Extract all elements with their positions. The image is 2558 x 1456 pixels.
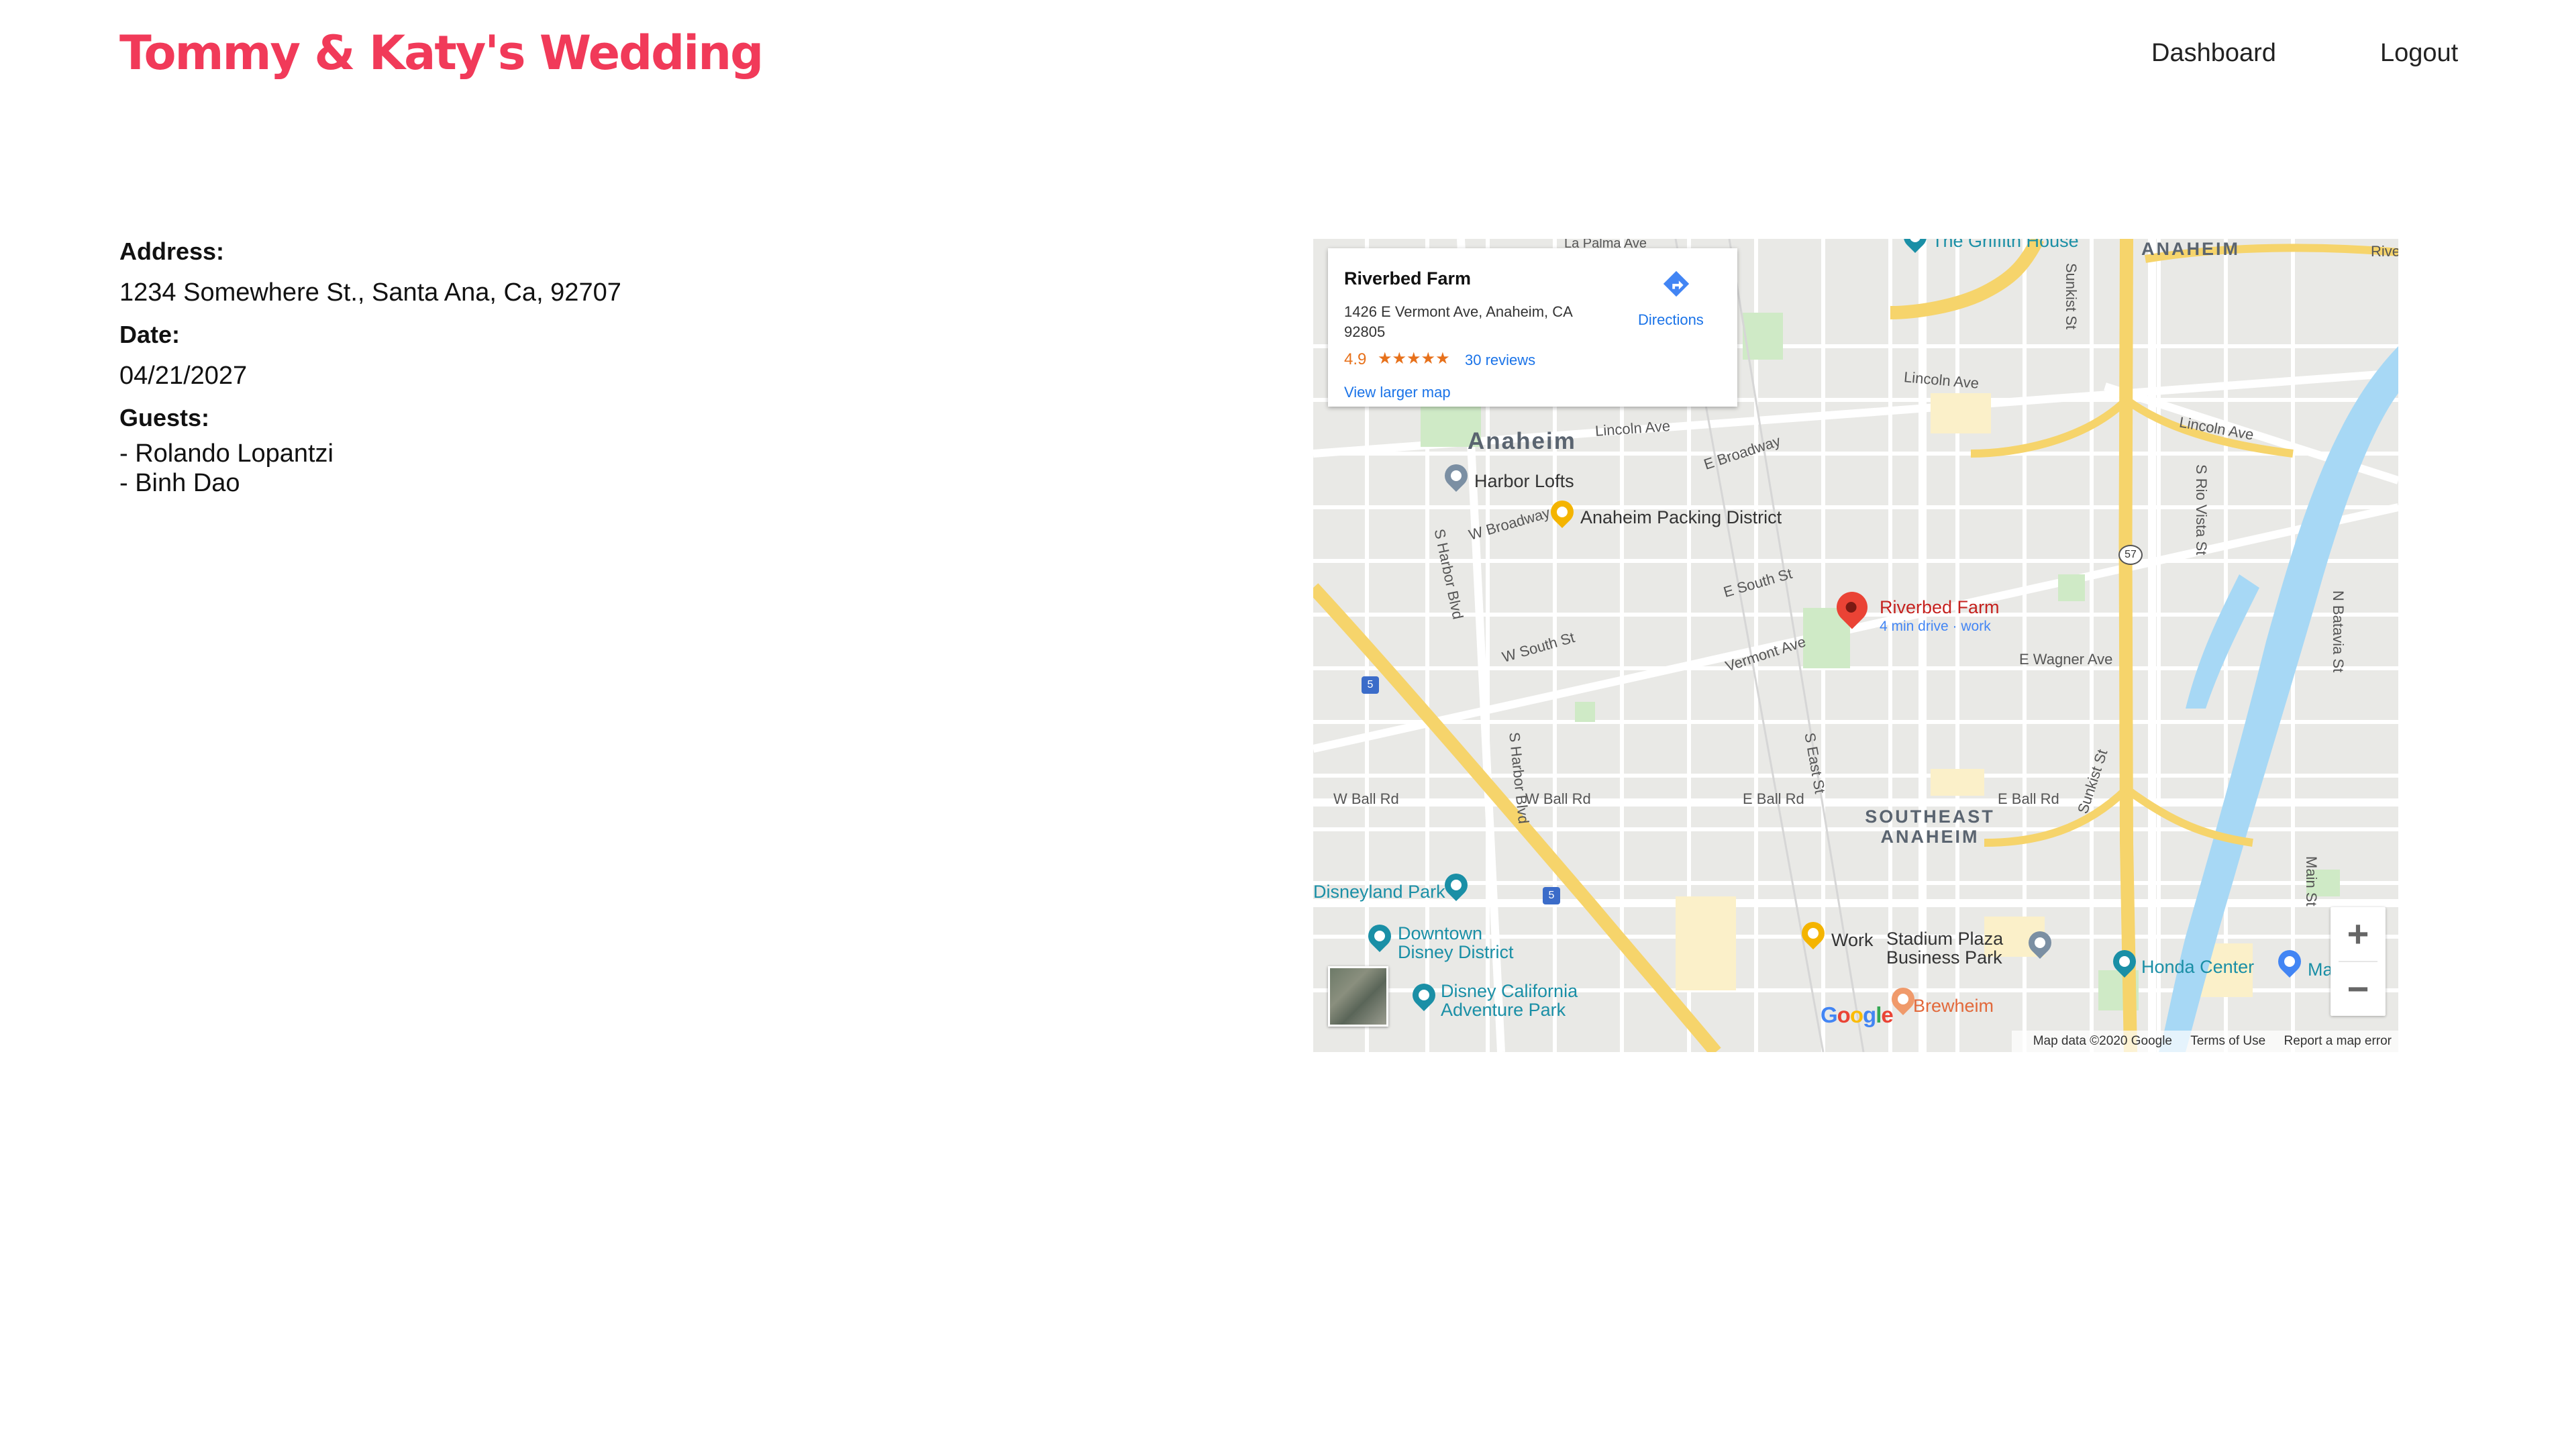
google-logo-letter: o — [1837, 1002, 1851, 1027]
district-label: SOUTHEAST — [1865, 807, 1995, 827]
street-label: E Ball Rd — [1743, 790, 1804, 807]
place-address: 1426 E Vermont Ave, Anaheim, CA 92805 — [1344, 303, 1572, 340]
site-title[interactable]: Tommy & Katy's Wedding — [119, 25, 764, 81]
district-label: ANAHEIM — [1880, 827, 1980, 847]
directions-icon[interactable] — [1661, 268, 1692, 299]
address-label: Address: — [119, 238, 225, 265]
view-larger-map-link[interactable]: View larger map — [1344, 384, 1451, 401]
google-logo-letter: G — [1821, 1002, 1838, 1027]
place-rating: 4.9 — [1344, 350, 1367, 368]
street-label: Rive — [2371, 243, 2398, 260]
guest-item: - Binh Dao — [119, 469, 240, 497]
marker-label[interactable]: Riverbed Farm — [1880, 597, 2000, 618]
poi-label[interactable]: Downtown — [1398, 923, 1482, 944]
street-label: Main St — [2303, 856, 2320, 906]
street-label: E Ball Rd — [1998, 790, 2059, 807]
place-infobox: Riverbed Farm 1426 E Vermont Ave, Anahei… — [1328, 248, 1737, 407]
marker-subtitle: 4 min drive · work — [1880, 619, 1991, 634]
date-label: Date: — [119, 321, 181, 348]
poi-label[interactable]: Harbor Lofts — [1474, 471, 1574, 492]
directions-link[interactable]: Directions — [1638, 311, 1704, 329]
map-footer: Map data ©2020 Google Terms of Use Repor… — [2011, 1031, 2398, 1052]
nav-logout-link[interactable]: Logout — [2380, 39, 2458, 68]
report-map-error-link[interactable]: Report a map error — [2284, 1034, 2392, 1048]
interstate-shield-icon: 5 — [1543, 887, 1560, 904]
city-label: Anaheim — [1468, 428, 1576, 454]
address-value: 1234 Somewhere St., Santa Ana, Ca, 92707 — [119, 278, 621, 307]
zoom-in-button[interactable]: + — [2331, 907, 2386, 961]
street-label: La Palma Ave — [1564, 239, 1647, 251]
map-data-label: Map data ©2020 Google — [2033, 1034, 2172, 1048]
poi-label[interactable]: Business Park — [1886, 947, 2002, 968]
street-label: W Ball Rd — [1525, 790, 1591, 807]
reviews-link[interactable]: 30 reviews — [1465, 352, 1535, 369]
date-value: 04/21/2027 — [119, 362, 248, 390]
poi-label[interactable]: Honda Center — [2141, 957, 2254, 978]
poi-label[interactable]: Adventure Park — [1441, 1000, 1566, 1021]
city-label: ANAHEIM — [2141, 239, 2240, 259]
street-label: W Ball Rd — [1333, 790, 1399, 807]
poi-label[interactable]: Ma — [2308, 959, 2333, 980]
poi-label[interactable]: Brewheim — [1913, 996, 1994, 1017]
guest-item: - Rolando Lopantzi — [119, 439, 334, 468]
rating-stars-icon: ★★★★★ — [1378, 350, 1450, 368]
poi-label[interactable]: Disney California — [1441, 981, 1578, 1002]
zoom-control: + − — [2331, 907, 2386, 1016]
google-logo-letter: g — [1863, 1002, 1876, 1027]
zoom-out-button[interactable]: − — [2331, 962, 2386, 1016]
street-label: E Wagner Ave — [2019, 651, 2113, 668]
poi-label[interactable]: Disneyland Park — [1313, 882, 1445, 902]
poi-label[interactable]: The Griffith House — [1932, 239, 2079, 252]
poi-label[interactable]: Anaheim Packing District — [1580, 507, 1782, 528]
guests-label: Guests: — [119, 404, 210, 431]
street-label: Sunkist St — [2063, 263, 2080, 330]
poi-label[interactable]: Work — [1831, 930, 1874, 951]
nav-dashboard-link[interactable]: Dashboard — [2151, 39, 2276, 68]
interstate-shield-icon: 5 — [1362, 676, 1379, 694]
google-logo: Google — [1821, 1002, 1894, 1028]
google-logo-letter: e — [1881, 1002, 1893, 1027]
street-label: N Batavia St — [2330, 590, 2347, 673]
poi-label[interactable]: Disney District — [1398, 942, 1514, 963]
terms-of-use-link[interactable]: Terms of Use — [2190, 1034, 2265, 1048]
place-name: Riverbed Farm — [1344, 268, 1472, 289]
poi-label[interactable]: Stadium Plaza — [1886, 929, 2003, 949]
map-embed[interactable]: Riverbed Farm 1426 E Vermont Ave, Anahei… — [1313, 239, 2398, 1052]
route-shield-icon: 57 — [2118, 545, 2143, 565]
street-label: S Rio Vista St — [2193, 464, 2210, 556]
event-details: Address: 1234 Somewhere St., Santa Ana, … — [119, 236, 1126, 498]
satellite-toggle-button[interactable] — [1328, 966, 1388, 1027]
google-logo-letter: o — [1849, 1002, 1863, 1027]
